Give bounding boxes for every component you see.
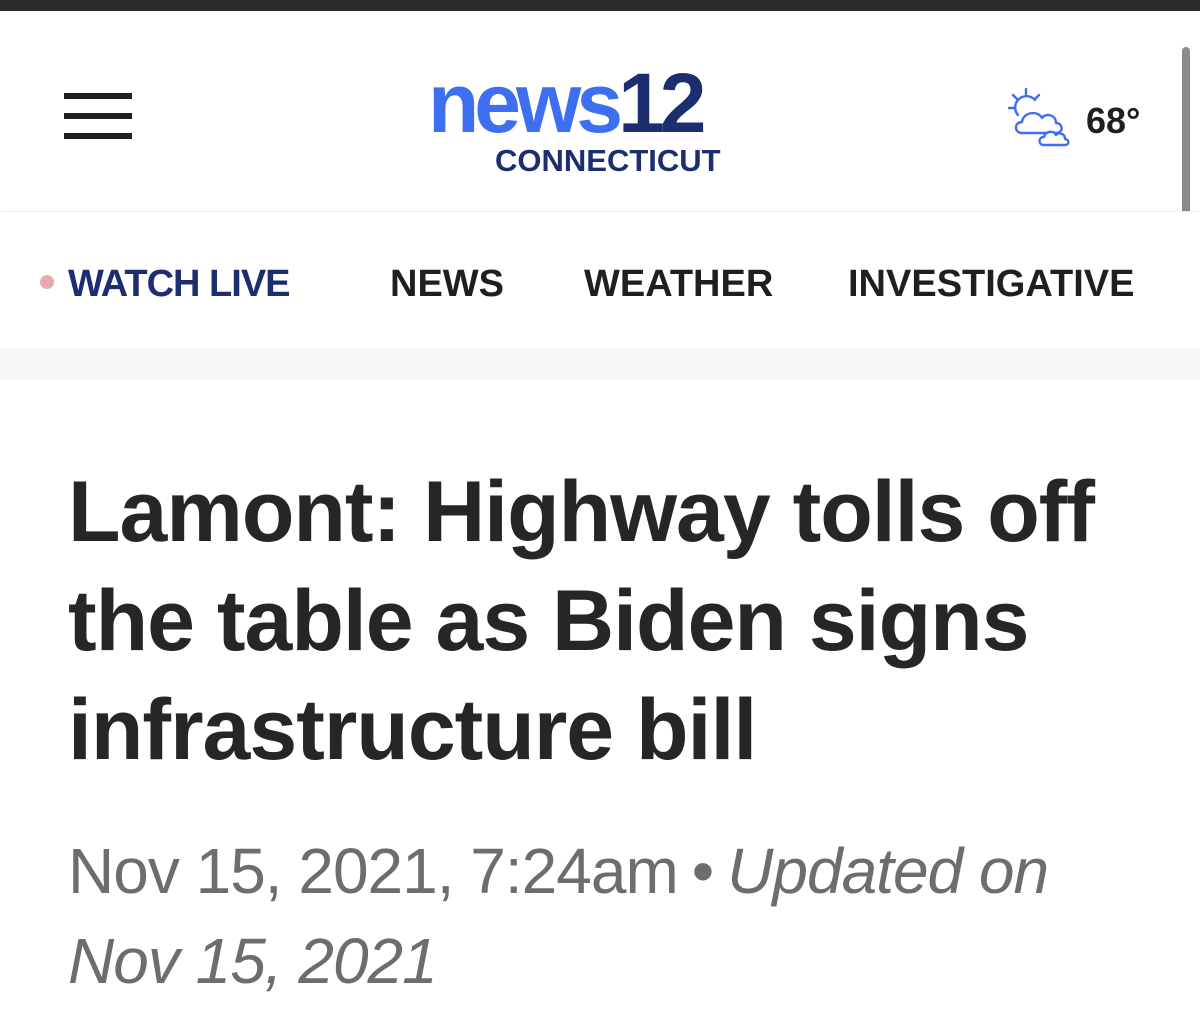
menu-bar-bottom — [64, 133, 132, 139]
weather-widget[interactable]: 68° — [1008, 87, 1158, 149]
section-divider — [0, 348, 1200, 380]
site-header: news12 CONNECTICUT 68° — [0, 11, 1200, 239]
page: news12 CONNECTICUT 68° WATCH LIVE NEWS W… — [0, 0, 1200, 1013]
logo-word-number: 12 — [618, 56, 706, 150]
main-nav: WATCH LIVE NEWS WEATHER INVESTIGATIVE — [0, 211, 1200, 349]
logo-region: CONNECTICUT — [495, 143, 721, 178]
logo-wordmark: news12 — [428, 61, 707, 145]
article-dateline: Nov 15, 2021, 7:24am • Updated on Nov 15, … — [68, 826, 1128, 1006]
article-headline: Lamont: Highway tolls off the table as B… — [68, 464, 1095, 778]
menu-bar-top — [64, 93, 132, 99]
nav-item-label: WATCH LIVE — [68, 263, 291, 305]
dateline-separator: • — [691, 835, 714, 907]
hamburger-menu-icon[interactable] — [64, 93, 132, 139]
nav-item-news[interactable]: NEWS — [390, 262, 504, 306]
published-date: Nov 15, 2021, 7:24am — [68, 835, 679, 907]
nav-item-watch-live[interactable]: WATCH LIVE — [40, 262, 291, 306]
live-dot-icon — [40, 274, 54, 289]
logo-word-news: news — [428, 56, 623, 150]
top-status-strip — [0, 0, 1200, 11]
nav-item-investigative[interactable]: INVESTIGATIVE — [848, 262, 1134, 306]
partly-cloudy-icon — [1008, 87, 1070, 147]
news12-logo[interactable]: news12 CONNECTICUT — [420, 61, 750, 181]
menu-bar-middle — [64, 113, 132, 119]
nav-item-weather[interactable]: WEATHER — [584, 262, 773, 306]
weather-temperature: 68° — [1086, 100, 1141, 141]
article: Lamont: Highway tolls off the table as B… — [0, 380, 1200, 1013]
